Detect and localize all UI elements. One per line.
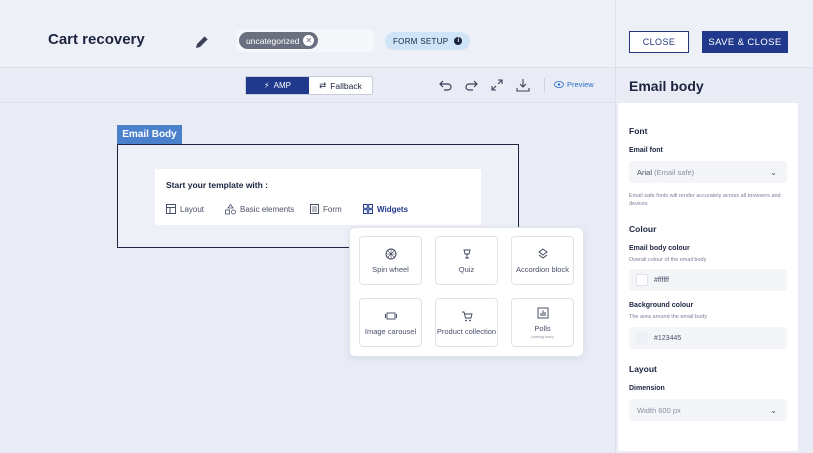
- font-help-text: Email safe fonts will render accurately …: [629, 193, 781, 207]
- option-form-label: Form: [323, 204, 342, 214]
- layout-section-heading: Layout: [629, 364, 657, 374]
- widget-product-collection-label: Product collection: [436, 326, 497, 336]
- widget-image-carousel[interactable]: Image carousel: [359, 298, 422, 347]
- widget-image-carousel-label: Image carousel: [364, 326, 417, 336]
- properties-panel: Font Email font Arial (Email safe) ⌄ Ema…: [618, 103, 798, 451]
- option-widgets[interactable]: Widgets: [363, 204, 408, 214]
- body-colour-value: #ffffff: [654, 276, 669, 284]
- panel-title: Email body: [629, 78, 704, 94]
- preview-label: Preview: [567, 80, 594, 89]
- bg-colour-picker[interactable]: #123445: [629, 327, 787, 349]
- start-template-card: [155, 169, 481, 225]
- email-font-select[interactable]: Arial (Email safe) ⌄: [629, 161, 787, 183]
- font-section-heading: Font: [629, 126, 648, 136]
- fallback-tab-label: Fallback: [330, 80, 362, 91]
- dimension-value: Width 600 px: [637, 405, 681, 415]
- chevron-down-icon: ⌄: [770, 405, 777, 415]
- widget-quiz-label: Quiz: [458, 264, 475, 274]
- form-icon: [310, 204, 319, 214]
- widget-polls[interactable]: Polls (coming soon): [511, 298, 574, 347]
- campaign-title: Cart recovery: [48, 31, 145, 48]
- amp-tab[interactable]: ⚡ AMP: [246, 77, 309, 94]
- cart-icon: [461, 311, 473, 321]
- bg-colour-value: #123445: [654, 334, 682, 342]
- save-close-button[interactable]: SAVE & CLOSE: [702, 31, 788, 53]
- shapes-icon: [225, 204, 236, 215]
- toolbar-divider-line: [0, 102, 615, 103]
- bg-colour-swatch: [636, 332, 648, 344]
- spin-wheel-icon: [385, 248, 396, 259]
- download-icon[interactable]: [515, 77, 531, 93]
- bolt-icon: ⚡: [264, 81, 270, 90]
- undo-icon[interactable]: [438, 77, 454, 93]
- form-setup-label: FORM SETUP: [393, 36, 449, 46]
- polls-icon: [537, 307, 548, 318]
- colour-section-heading: Colour: [629, 224, 657, 234]
- widgets-icon: [363, 204, 373, 214]
- expand-icon[interactable]: [489, 77, 505, 93]
- body-colour-swatch: [636, 274, 648, 286]
- widget-accordion-block-label: Accordion block: [516, 264, 569, 274]
- widget-product-collection[interactable]: Product collection: [435, 298, 498, 347]
- close-button[interactable]: CLOSE: [629, 31, 689, 53]
- swap-icon: ⇄: [319, 80, 327, 90]
- body-colour-label: Email body colour: [629, 245, 690, 252]
- email-font-label: Email font: [629, 147, 663, 154]
- toolbar-divider: [544, 78, 545, 92]
- bg-colour-label: Background colour: [629, 302, 694, 309]
- start-template-title: Start your template with :: [166, 180, 269, 190]
- accordion-icon: [537, 247, 548, 259]
- quiz-icon: [462, 249, 471, 258]
- widget-polls-label: Polls: [534, 323, 551, 333]
- dimension-select[interactable]: Width 600 px ⌄: [629, 399, 787, 421]
- eye-icon: [554, 81, 564, 88]
- widget-spin-wheel[interactable]: Spin wheel: [359, 236, 422, 285]
- category-tag: uncategorized ✕: [239, 32, 319, 49]
- amp-tab-label: AMP: [273, 81, 291, 90]
- body-colour-picker[interactable]: #ffffff: [629, 269, 787, 291]
- info-icon: i: [454, 37, 463, 45]
- option-basic-elements-label: Basic elements: [240, 205, 295, 214]
- body-colour-help: Overall colour of the email body: [629, 257, 707, 263]
- redo-icon[interactable]: [463, 77, 479, 93]
- option-widgets-label: Widgets: [377, 204, 409, 214]
- option-layout-label: Layout: [180, 204, 205, 214]
- pencil-icon[interactable]: [193, 33, 211, 51]
- render-mode-toggle: ⚡ AMP ⇄ Fallback: [245, 76, 373, 95]
- form-setup-badge[interactable]: FORM SETUP i: [385, 32, 471, 50]
- preview-button[interactable]: Preview: [554, 80, 594, 89]
- fallback-tab[interactable]: ⇄ Fallback: [309, 77, 372, 94]
- bg-colour-help: The area around the email body: [629, 314, 707, 320]
- email-font-value: Arial (Email safe): [637, 167, 695, 177]
- category-tag-label: uncategorized: [246, 35, 300, 46]
- widget-polls-sub: (coming soon): [531, 334, 554, 339]
- email-body-label[interactable]: Email Body: [117, 125, 182, 144]
- option-basic-elements[interactable]: Basic elements: [225, 204, 294, 215]
- carousel-icon: [384, 312, 397, 319]
- dimension-label: Dimension: [629, 385, 665, 392]
- chevron-down-icon: ⌄: [770, 167, 777, 177]
- option-layout[interactable]: Layout: [166, 204, 204, 214]
- option-form[interactable]: Form: [310, 204, 342, 214]
- remove-tag-icon[interactable]: ✕: [303, 35, 315, 46]
- widget-accordion-block[interactable]: Accordion block: [511, 236, 574, 285]
- widget-spin-wheel-label: Spin wheel: [372, 264, 409, 274]
- widget-quiz[interactable]: Quiz: [435, 236, 498, 285]
- layout-icon: [166, 204, 176, 214]
- panel-divider: [615, 0, 616, 453]
